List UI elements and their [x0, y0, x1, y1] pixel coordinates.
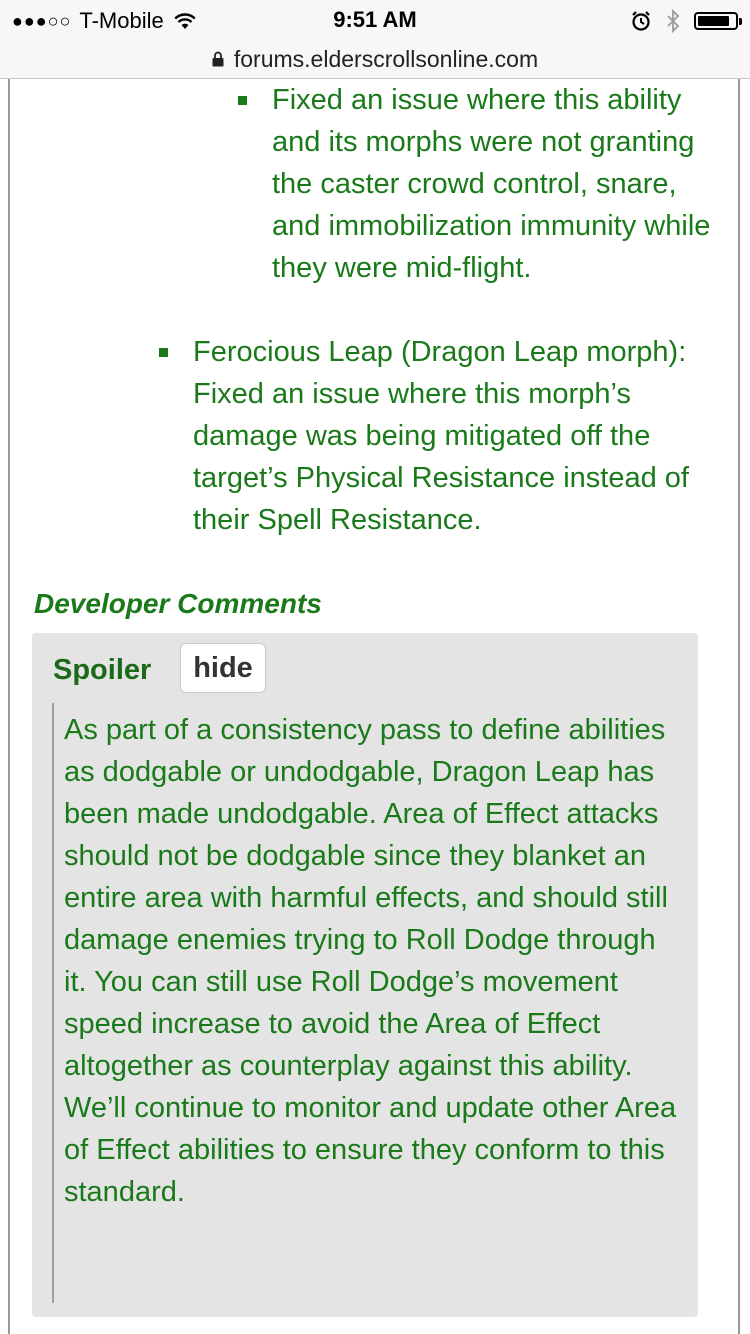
list-item-text: Ferocious Leap (Dragon Leap morph): Fixe…	[193, 336, 689, 536]
quote-border-left	[8, 79, 10, 1334]
lock-icon	[212, 51, 224, 67]
nested-list-item: Fixed an issue where this ability and it…	[238, 79, 727, 289]
spoiler-quote-bar	[52, 703, 54, 1303]
status-bar-right	[630, 9, 742, 33]
spoiler-text: As part of a consistency pass to define …	[64, 714, 677, 1208]
alarm-icon	[632, 11, 650, 31]
bluetooth-icon	[667, 9, 680, 33]
square-bullet-icon	[238, 96, 247, 105]
spoiler-title: Spoiler	[53, 654, 152, 686]
battery-level	[698, 16, 729, 26]
post-content: Fixed an issue where this ability and it…	[0, 79, 750, 1334]
hide-button[interactable]: hide	[180, 643, 266, 693]
url-bar[interactable]: forums.elderscrollsonline.com	[0, 40, 750, 79]
list-item: Ferocious Leap (Dragon Leap morph): Fixe…	[159, 331, 713, 541]
spoiler-box: Spoiler hide As part of a consistency pa…	[32, 633, 698, 1317]
developer-comments-heading: Developer Comments	[34, 588, 322, 619]
battery-icon	[694, 12, 742, 30]
status-bar: ●●●○○ T-Mobile 9:51 AM	[0, 0, 750, 40]
square-bullet-icon	[159, 348, 168, 357]
nested-list-item-text: Fixed an issue where this ability and it…	[272, 84, 711, 284]
quote-border-right	[738, 79, 740, 1334]
url-text: forums.elderscrollsonline.com	[233, 45, 539, 72]
